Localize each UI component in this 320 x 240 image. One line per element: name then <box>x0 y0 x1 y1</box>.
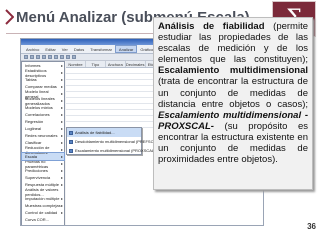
submenu-arrow-icon: ▸ <box>60 126 63 131</box>
reliability-term: Análisis de fiabilidad <box>158 21 265 32</box>
menu-item-label: Correlaciones <box>25 112 50 117</box>
analyze-dropdown-menu: Informes ▸ Estadísticos descriptivos ▸ Tabla… <box>21 61 65 225</box>
menu-item-correlaciones[interactable]: Correlaciones ▸ <box>22 111 64 118</box>
submenu-arrow-icon: ▸ <box>60 175 63 180</box>
page-number: 36 <box>307 222 316 231</box>
scale-procedure-icon <box>69 148 73 153</box>
menu-item-pruebas-no-parametricas[interactable]: Pruebas no paramétricas ▸ <box>22 158 64 169</box>
multidimensional-term: Escalamiento multidimensional <box>158 65 308 77</box>
column-header-nombre[interactable]: Nombre <box>66 61 86 67</box>
submenu-item-analisis-de-fiabilidad[interactable]: Análisis de fiabilidad... <box>67 128 141 137</box>
menu-item-label: Pruebas no paramétricas <box>25 158 49 169</box>
menu-item-label: Loglineal <box>25 126 42 131</box>
menu-item-label: Predicciones <box>25 168 48 173</box>
column-header-anchura[interactable]: Anchura <box>106 61 126 67</box>
menu-item-label: Imputación múltiple <box>25 196 60 201</box>
menu-editar[interactable]: Editar <box>42 45 58 53</box>
menu-archivo[interactable]: Archivo <box>23 45 42 53</box>
menu-datos[interactable]: Datos <box>71 45 87 53</box>
menu-item-muestras-complejas[interactable]: Muestras complejas ▸ <box>22 202 64 209</box>
submenu-arrow-icon: ▸ <box>60 98 63 103</box>
menu-item-estadisticos-descriptivos[interactable]: Estadísticos descriptivos ▸ <box>22 67 64 78</box>
find-icon[interactable] <box>72 55 76 59</box>
menu-item-curva-cor[interactable]: Curva COR... <box>22 216 64 223</box>
menu-item-label: Reducción de dimensiones <box>25 144 50 155</box>
redo-icon[interactable] <box>54 55 58 59</box>
description-text: Análisis de fiabilidad (permite estudiar… <box>158 21 308 165</box>
submenu-arrow-icon: ▸ <box>60 161 63 166</box>
submenu-arrow-icon: ▸ <box>60 112 63 117</box>
menu-item-label: Estadísticos descriptivos <box>25 67 47 78</box>
submenu-arrow-icon: ▸ <box>60 140 63 145</box>
submenu-arrow-icon: ▸ <box>60 91 63 96</box>
menu-item-label: Modelos lineales generalizados <box>25 95 55 106</box>
scale-submenu: Análisis de fiabilidad... Desdoblamiento … <box>66 127 163 155</box>
scale-procedure-icon <box>69 139 73 144</box>
variables-icon[interactable] <box>66 55 70 59</box>
submenu-item-label: Escalamiento multidimensional (PROXSCAL)… <box>75 148 159 153</box>
menu-ver[interactable]: Ver <box>59 45 71 53</box>
menu-item-analisis-de-valores-perdidos[interactable]: Análisis de valores perdidos... <box>22 186 64 197</box>
submenu-item-label: Análisis de fiabilidad... <box>75 130 115 135</box>
menu-item-label: Análisis de valores perdidos... <box>25 186 59 197</box>
submenu-arrow-icon: ▸ <box>60 147 63 152</box>
menu-item-loglineal[interactable]: Loglineal ▸ <box>22 125 64 132</box>
save-icon[interactable] <box>30 55 34 59</box>
submenu-arrow-icon: ▸ <box>60 210 63 215</box>
menu-item-regresion[interactable]: Regresión ▸ <box>22 118 64 125</box>
chevron-right-icon <box>2 7 16 27</box>
submenu-arrow-icon: ▸ <box>60 196 63 201</box>
undo-icon[interactable] <box>48 55 52 59</box>
menu-item-label: Muestras complejas <box>25 203 61 208</box>
menu-analizar[interactable]: Analizar <box>114 45 138 53</box>
menu-item-label: Redes neuronales <box>25 133 58 138</box>
menu-item-label: Supervivencia <box>25 175 51 180</box>
submenu-arrow-icon: ▸ <box>60 63 63 68</box>
menu-item-label: Curva COR... <box>25 217 50 222</box>
submenu-item-escalamiento-multidimensional-proxscal[interactable]: Escalamiento multidimensional (PROXSCAL)… <box>67 146 159 155</box>
submenu-arrow-icon: ▸ <box>60 168 63 173</box>
submenu-arrow-icon: ▸ <box>60 154 63 159</box>
print-icon[interactable] <box>36 55 40 59</box>
open-icon[interactable] <box>24 55 28 59</box>
description-box: Análisis de fiabilidad (permite estudiar… <box>153 17 313 190</box>
submenu-arrow-icon: ▸ <box>60 203 63 208</box>
submenu-arrow-icon: ▸ <box>60 133 63 138</box>
submenu-item-desdoblamiento-multidimensional-prefscal[interactable]: Desdoblamiento multidimensional (PREFSCA… <box>67 137 163 146</box>
column-header-decimales[interactable]: Decimales <box>126 61 146 67</box>
dialog-recall-icon[interactable] <box>42 55 46 59</box>
submenu-arrow-icon: ▸ <box>60 70 63 75</box>
menu-item-modelos-lineales-generalizados[interactable]: Modelos lineales generalizados ▸ <box>22 95 64 106</box>
menu-transformar[interactable]: Transformar <box>87 45 115 53</box>
submenu-arrow-icon: ▸ <box>60 119 63 124</box>
goto-case-icon[interactable] <box>60 55 64 59</box>
menu-item-label: Modelos mixtos <box>25 105 53 110</box>
scale-procedure-icon <box>69 130 73 135</box>
submenu-item-label: Desdoblamiento multidimensional (PREFSCA… <box>75 139 164 144</box>
menu-item-label: Regresión <box>25 119 44 124</box>
menu-item-imputacion-multiple[interactable]: Imputación múltiple ▸ <box>22 195 64 202</box>
menu-item-supervivencia[interactable]: Supervivencia ▸ <box>22 174 64 181</box>
menu-item-reduccion-de-dimensiones[interactable]: Reducción de dimensiones ▸ <box>22 144 64 155</box>
submenu-arrow-icon: ▸ <box>60 105 63 110</box>
menu-item-control-de-calidad[interactable]: Control de calidad ▸ <box>22 209 64 216</box>
multidimensional-text: (trata de encontrar la estructura de un … <box>158 76 308 110</box>
column-header-tipo[interactable]: Tipo <box>86 61 106 67</box>
menu-item-redes-neuronales[interactable]: Redes neuronales ▸ <box>22 132 64 139</box>
submenu-arrow-icon: ▸ <box>60 77 63 82</box>
menu-item-label: Control de calidad <box>25 210 58 215</box>
submenu-arrow-icon: ▸ <box>60 84 63 89</box>
menu-item-label: Tablas <box>25 77 37 82</box>
